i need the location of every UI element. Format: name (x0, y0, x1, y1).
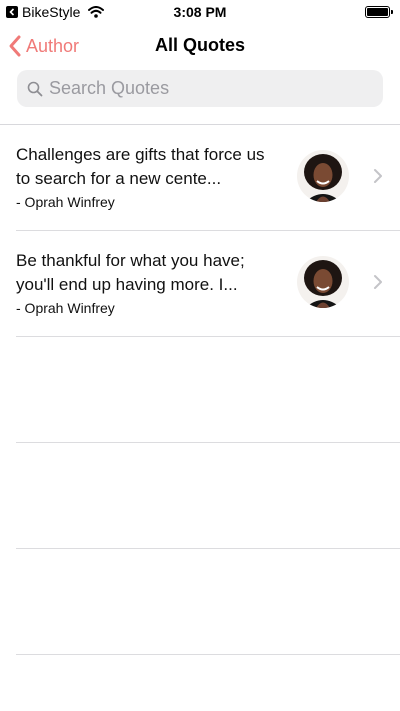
battery-icon (365, 6, 393, 18)
author-avatar (297, 150, 349, 202)
search-bar[interactable] (17, 70, 383, 107)
quote-author: - Oprah Winfrey (16, 194, 115, 210)
quote-text: Be thankful for what you have; you'll en… (16, 251, 245, 294)
search-icon (27, 81, 43, 97)
empty-row (16, 337, 400, 443)
screen: BikeStyle 3:08 PM Author All Quotes Sear… (0, 0, 400, 711)
page-title: All Quotes (154, 35, 245, 55)
author-avatar (297, 256, 349, 308)
empty-row (16, 443, 400, 549)
chevron-right-icon (372, 274, 384, 290)
quote-text: Challenges are gifts that force us to se… (16, 145, 265, 188)
status-time: 3:08 PM (173, 4, 227, 20)
quote-list: Challenges are gifts that force us to se… (0, 125, 400, 655)
battery-fill (367, 8, 388, 16)
navigation-bar: Author All Quotes (0, 24, 400, 68)
quote-author: - Oprah Winfrey (16, 300, 115, 316)
quote-row[interactable]: Challenges are gifts that force us to se… (16, 125, 400, 231)
search-input[interactable] (49, 78, 369, 99)
quote-row[interactable]: Be thankful for what you have; you'll en… (16, 231, 400, 337)
chevron-right-icon (372, 168, 384, 184)
empty-row (16, 549, 400, 655)
status-bar: BikeStyle 3:08 PM (0, 0, 400, 24)
